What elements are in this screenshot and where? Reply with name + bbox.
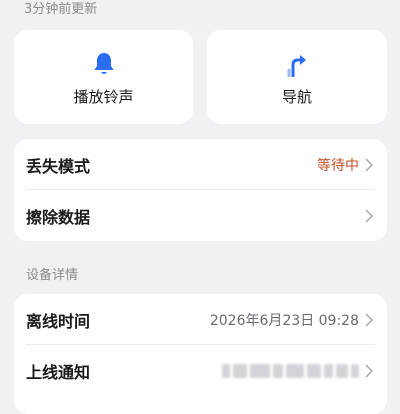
- last-updated-text: 3分钟前更新: [24, 2, 98, 17]
- offline-time-value: 2026年6月23日 09:28: [209, 312, 359, 329]
- offline-time-row[interactable]: 离线时间 2026年6月23日 09:28: [14, 294, 387, 345]
- online-notify-row[interactable]: 上线通知: [14, 345, 387, 396]
- lost-mode-title: 丢失模式: [26, 156, 91, 176]
- play-sound-label: 播放铃声: [73, 88, 134, 106]
- lost-mode-row[interactable]: 丢失模式 等待中: [14, 139, 387, 190]
- navigate-button[interactable]: 导航: [207, 30, 387, 124]
- navigate-label: 导航: [281, 88, 312, 106]
- turn-arrow-icon: [283, 50, 311, 78]
- erase-data-row[interactable]: 擦除数据: [14, 190, 387, 241]
- erase-data-title: 擦除数据: [26, 207, 91, 227]
- lost-mode-status: 等待中: [317, 157, 359, 174]
- chevron-right-icon: [365, 363, 373, 378]
- offline-time-title: 离线时间: [26, 311, 91, 331]
- chevron-right-icon: [365, 312, 373, 327]
- chevron-right-icon: [365, 208, 373, 223]
- device-details-group: 离线时间 2026年6月23日 09:28 上线通知: [14, 294, 387, 414]
- security-group: 丢失模式 等待中 擦除数据: [14, 139, 387, 241]
- chevron-right-icon: [365, 157, 373, 172]
- device-details-heading: 设备详情: [26, 268, 79, 283]
- redacted-value: [222, 363, 359, 378]
- online-notify-title: 上线通知: [26, 362, 91, 382]
- bell-icon: [90, 50, 118, 78]
- play-sound-button[interactable]: 播放铃声: [14, 30, 193, 124]
